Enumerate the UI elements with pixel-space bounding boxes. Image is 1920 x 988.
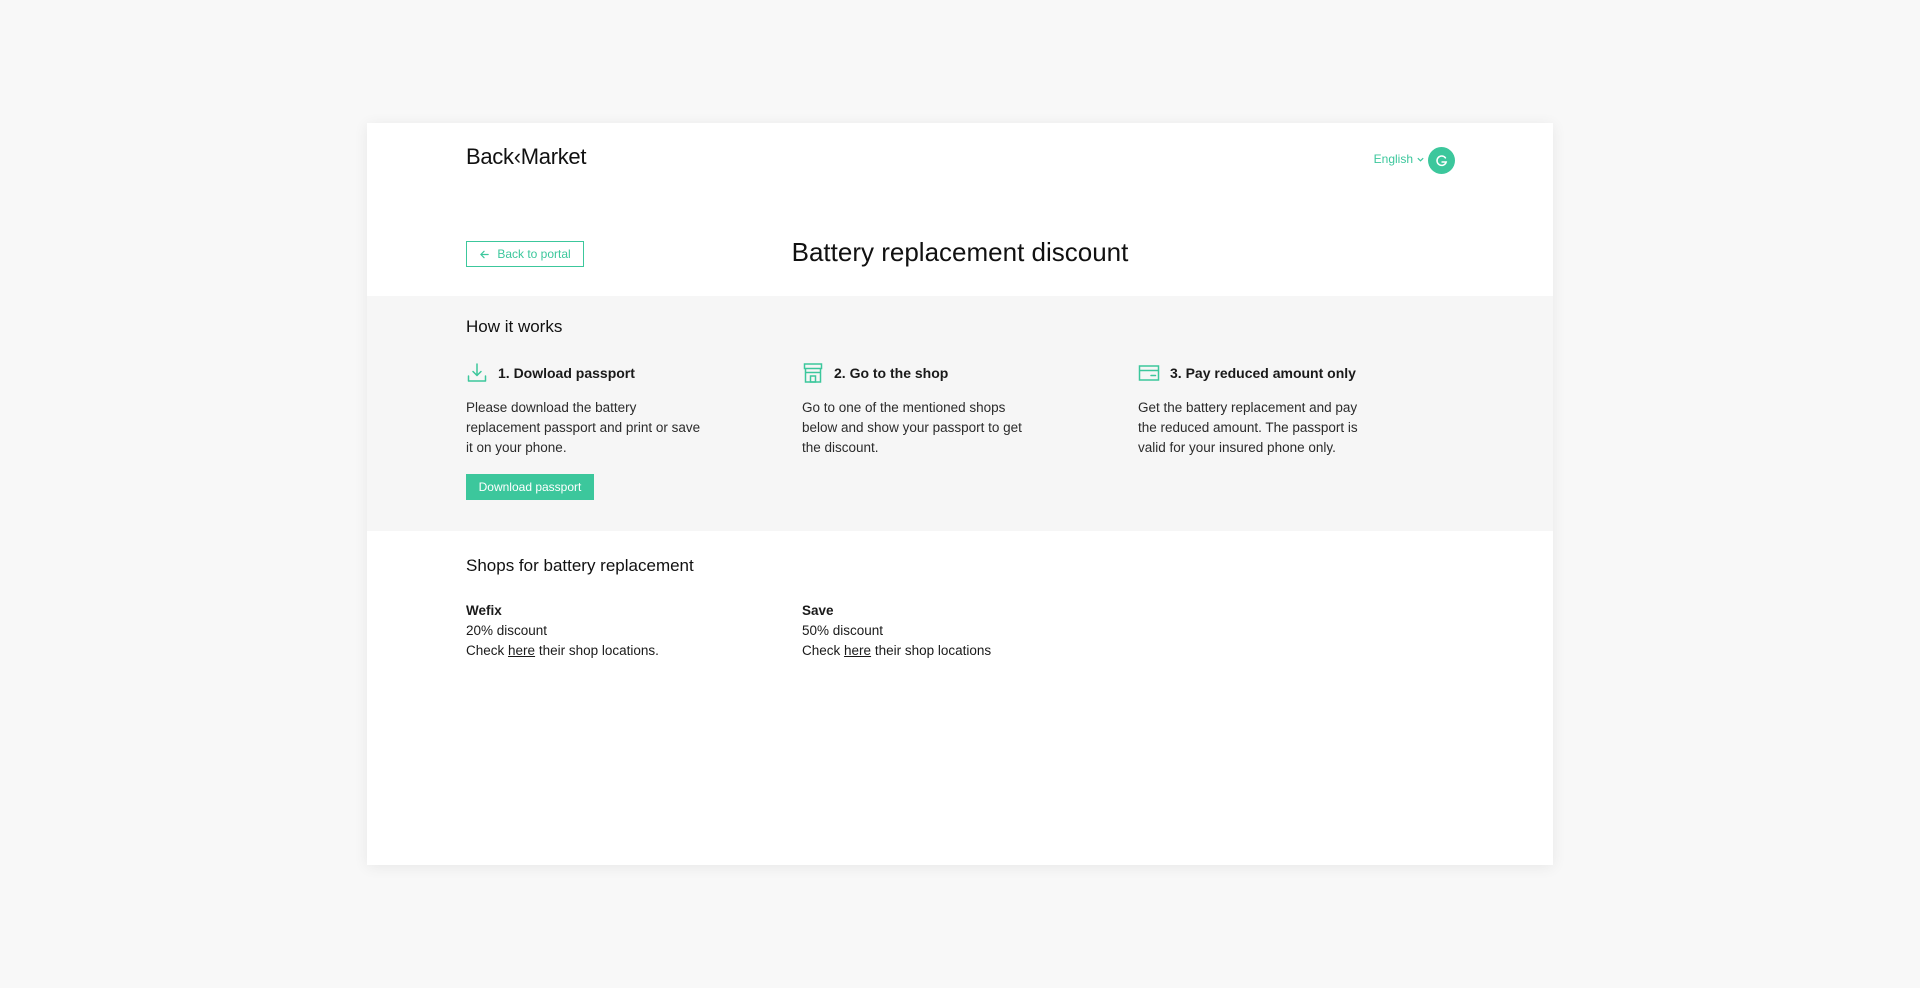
main-card: Back‹Market English Back to portal Batte… [367, 123, 1553, 865]
how-it-works-title: How it works [466, 317, 563, 336]
how-it-works-section: How it works 1. Dowload passport Please … [367, 296, 1553, 531]
download-passport-button[interactable]: Download passport [466, 474, 594, 500]
check-suffix: their shop locations [874, 643, 992, 658]
shop-discount: 50% discount [802, 623, 884, 638]
page-title: Battery replacement discount [791, 237, 1129, 267]
check-suffix: their shop locations. [538, 643, 659, 658]
shop-locations-text: Check here their shop locations [802, 641, 991, 661]
check-prefix: Check [466, 643, 505, 658]
shop-discount: 20% discount [466, 623, 548, 638]
step-title: 2. Go to the shop [834, 365, 949, 381]
language-label: English [1373, 152, 1413, 166]
back-market-logo[interactable]: Back‹Market [466, 144, 586, 170]
step-download-passport: 1. Dowload passport Please download the … [466, 361, 706, 458]
download-icon [466, 362, 488, 384]
shop-icon [802, 362, 824, 384]
shop-name: Save [802, 603, 834, 618]
shop-locations-link[interactable]: here [508, 643, 535, 658]
shop-locations-text: Check here their shop locations. [466, 641, 659, 661]
step-description: Go to one of the mentioned shops below a… [802, 400, 1022, 455]
shops-title: Shops for battery replacement [466, 556, 694, 575]
step-title: 3. Pay reduced amount only [1170, 365, 1356, 381]
step-pay-reduced-amount: 3. Pay reduced amount only Get the batte… [1138, 361, 1378, 458]
step-description: Please download the battery replacement … [466, 400, 701, 455]
step-description: Get the battery replacement and pay the … [1138, 400, 1358, 455]
chevron-down-icon [1417, 157, 1424, 162]
step-title: 1. Dowload passport [498, 365, 635, 381]
step-go-to-shop: 2. Go to the shop Go to one of the menti… [802, 361, 1042, 458]
shop-wefix: Wefix 20% discount Check here their shop… [466, 601, 659, 661]
check-prefix: Check [802, 643, 841, 658]
grammarly-icon[interactable] [1428, 147, 1455, 174]
shop-locations-link[interactable]: here [844, 643, 871, 658]
shop-name: Wefix [466, 603, 502, 618]
language-selector[interactable]: English [1374, 152, 1425, 166]
shop-save: Save 50% discount Check here their shop … [802, 601, 991, 661]
credit-card-icon [1138, 362, 1160, 384]
grammarly-glyph-icon [1436, 155, 1448, 167]
